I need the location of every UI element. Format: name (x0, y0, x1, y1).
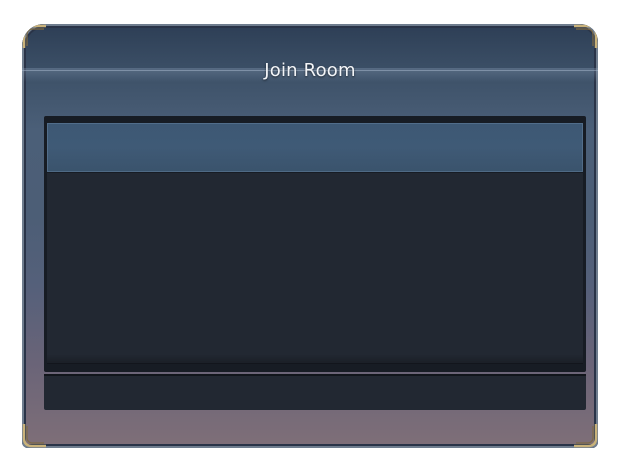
corner-ornament-icon (22, 24, 48, 50)
room-input-field[interactable] (44, 374, 586, 410)
room-list (44, 116, 586, 372)
corner-ornament-icon (572, 422, 598, 448)
corner-ornament-icon (572, 24, 598, 50)
room-list-body[interactable] (47, 173, 583, 363)
join-room-dialog: Join Room (22, 24, 598, 448)
room-list-row-selected[interactable] (47, 123, 583, 172)
corner-ornament-icon (22, 422, 48, 448)
room-list-shade (47, 354, 583, 364)
dialog-title: Join Room (264, 60, 356, 81)
